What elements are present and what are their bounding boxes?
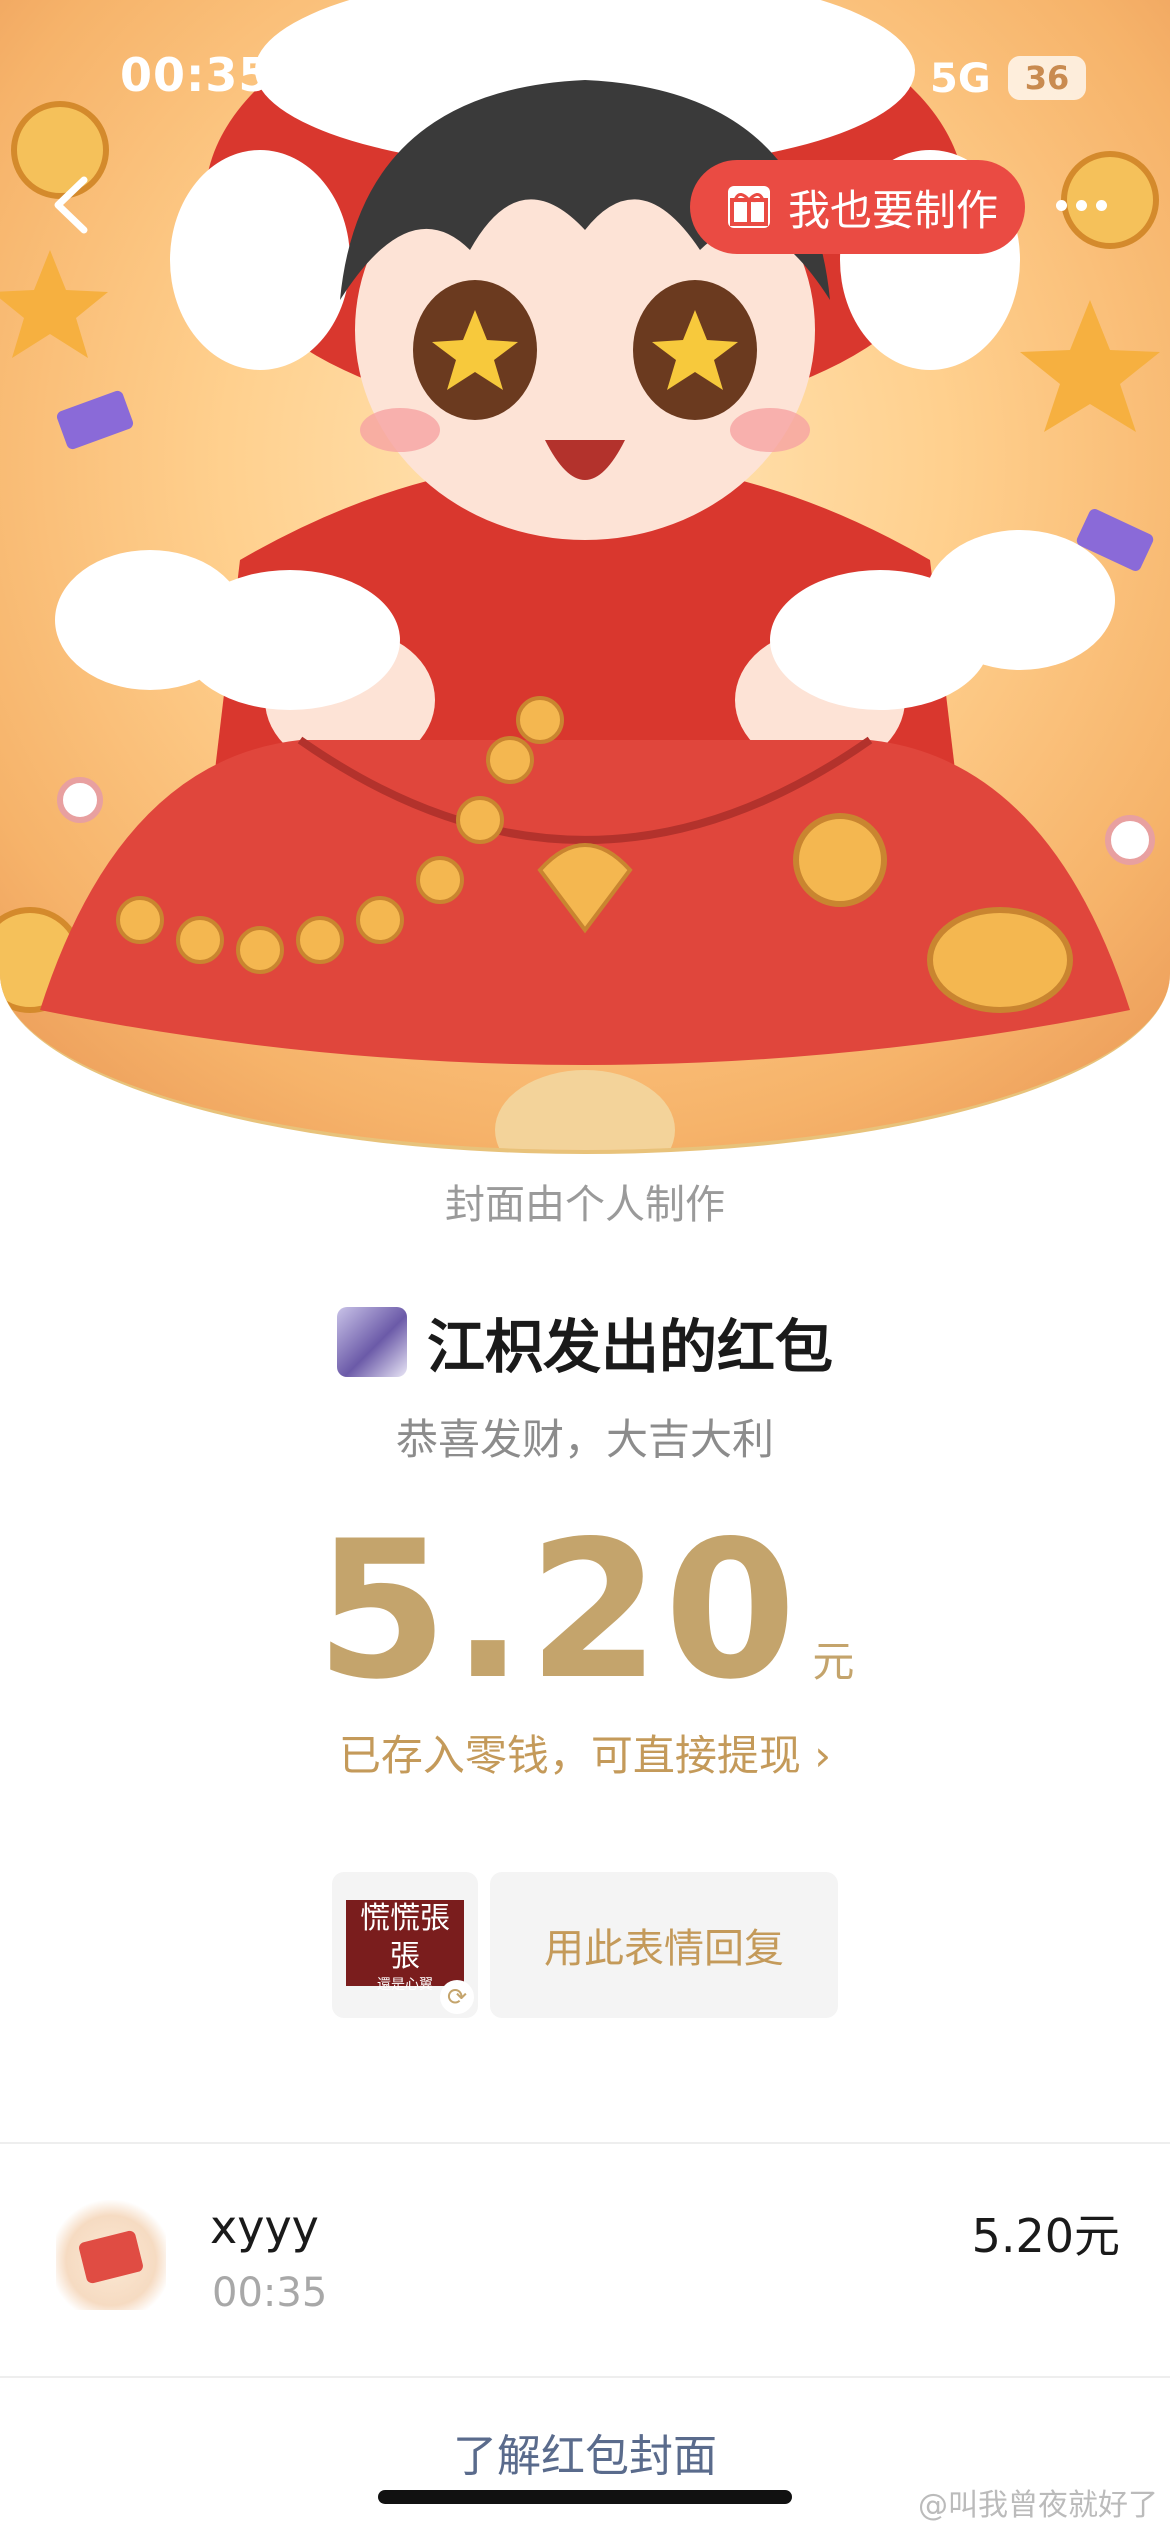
home-indicator: [378, 2490, 792, 2504]
battery-indicator: 36: [1008, 56, 1086, 100]
make-cover-label: 我也要制作: [788, 185, 999, 235]
learn-cover-link[interactable]: 了解红包封面: [0, 2420, 1170, 2484]
cover-note: 封面由个人制作: [445, 1182, 725, 1228]
chevron-left-icon: [54, 176, 88, 234]
receiver-amount: 5.20元: [971, 2209, 1120, 2263]
watermark: @叫我曾夜就好了: [918, 2488, 1158, 2523]
sticker-thumbnail[interactable]: 慌慌張張 還是心翼 ⟳: [332, 1872, 478, 2018]
receiver-name: xyyy: [210, 2200, 319, 2254]
sender-row: 江枳发出的红包: [0, 1300, 1170, 1384]
more-dots-icon: [1056, 199, 1107, 211]
status-bar-time: 00:35: [120, 48, 272, 102]
amount-row: 5.20 元: [0, 1500, 1170, 1721]
receiver-avatar[interactable]: [56, 2200, 166, 2310]
refresh-icon[interactable]: ⟳: [440, 1980, 474, 2014]
greeting-message: 恭喜发财，大吉大利: [395, 1415, 774, 1464]
sticker-text: 慌慌張張: [360, 1901, 450, 1974]
more-button[interactable]: [1056, 190, 1118, 220]
back-button[interactable]: [42, 170, 102, 240]
wallet-link[interactable]: 已存入零钱，可直接提现 ›: [0, 1722, 1170, 1783]
make-cover-button[interactable]: 我也要制作: [690, 160, 1025, 254]
sticker-reply-button[interactable]: 用此表情回复: [490, 1872, 838, 2018]
amount-value: 5.20: [315, 1500, 801, 1721]
sender-avatar[interactable]: [336, 1307, 407, 1377]
divider: [0, 2142, 1170, 2144]
divider: [0, 2376, 1170, 2378]
gift-icon: [728, 186, 770, 228]
receiver-time: 00:35: [212, 2270, 328, 2316]
sender-title: 江枳发出的红包: [426, 1313, 833, 1381]
currency-unit: 元: [812, 1637, 855, 1686]
sticker-image: 慌慌張張 還是心翼: [346, 1900, 464, 1993]
network-indicator: 5G: [930, 56, 991, 102]
